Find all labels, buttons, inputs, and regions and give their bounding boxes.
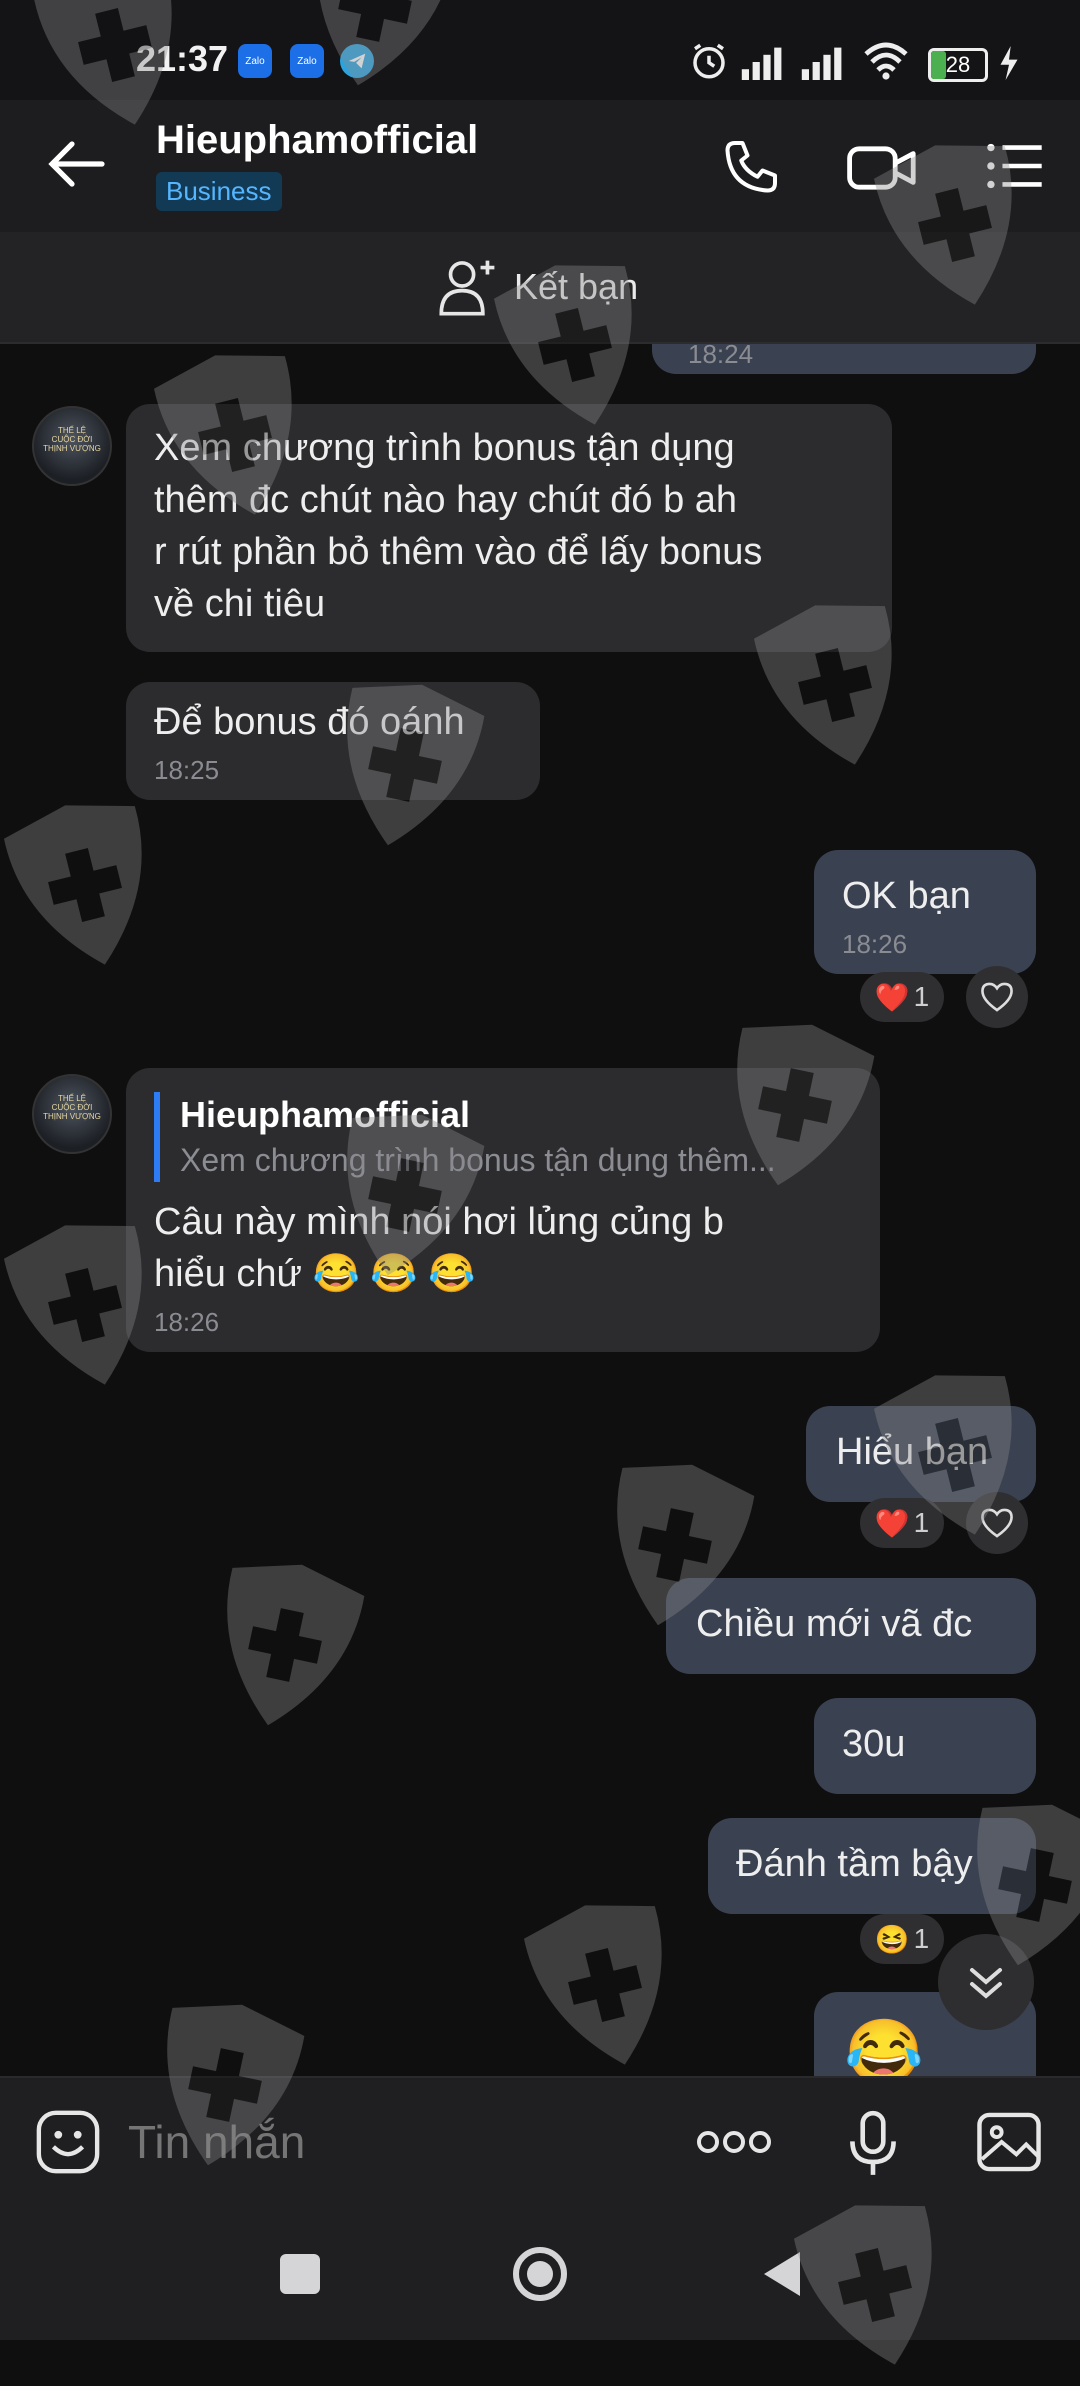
react-heart-button[interactable] [966, 966, 1028, 1028]
zalo-app-icon: Zalo [290, 44, 324, 78]
reaction-count: 1 [913, 1923, 930, 1954]
charging-icon [1000, 46, 1018, 80]
message-bubble-incoming[interactable]: Xem chương trình bonus tận dụng thêm đc … [126, 404, 892, 652]
back-arrow-icon[interactable] [46, 138, 106, 190]
nav-back-icon[interactable] [760, 2250, 804, 2298]
video-call-icon[interactable] [846, 140, 918, 196]
message-bubble-outgoing[interactable]: Chiều mới vã đc [666, 1578, 1036, 1674]
image-icon[interactable] [974, 2110, 1044, 2174]
message-bubble-outgoing[interactable]: Đánh tầm bậy [708, 1818, 1036, 1914]
heart-icon [981, 982, 1013, 1012]
nav-square-icon[interactable] [280, 2254, 320, 2294]
message-bubble-outgoing[interactable]: 30u [814, 1698, 1036, 1794]
scroll-down-icon [970, 1968, 1002, 1999]
reaction-badge[interactable]: ❤️ 1 [860, 972, 944, 1022]
message-time: 18:25 [154, 755, 220, 785]
message-bubble-outgoing[interactable]: OK bạn 18:26 [814, 850, 1036, 974]
contact-name[interactable]: Hieuphamofficial [156, 118, 478, 163]
phone-icon[interactable] [720, 138, 780, 198]
signal-icon [741, 47, 782, 80]
message-text: Câu này mình nói hơi lủng củng b hiểu ch… [154, 1201, 724, 1295]
nav-home-icon[interactable] [510, 2244, 570, 2304]
message-bubble-outgoing[interactable]: Hiểu bạn [806, 1406, 1036, 1502]
scroll-to-bottom-button[interactable] [938, 1934, 1034, 2030]
quote-text: Xem chương trình bonus tận dụng thêm... [180, 1142, 776, 1178]
message-text: Chiều mới vã đc [696, 1603, 973, 1645]
wifi-icon [864, 42, 908, 80]
message-time: 18:26 [154, 1307, 220, 1337]
quote-sender: Hieuphamofficial [180, 1094, 471, 1135]
message-list[interactable]: 18:24 THẾ LỆ CUỘC ĐỜI THỊNH VƯỢNG Xem chươ… [0, 344, 1080, 2076]
battery-text: 28 [945, 52, 971, 77]
message-time: 18:26 [842, 929, 908, 959]
reaction-emoji: ❤️ [874, 1507, 910, 1539]
reaction-emoji: ❤️ [874, 981, 910, 1013]
reaction-emoji: 😆 [874, 1923, 910, 1955]
battery-indicator: 28 [928, 48, 988, 82]
reaction-badge[interactable]: 😆 1 [860, 1914, 944, 1964]
message-text: Hiểu bạn [836, 1431, 989, 1473]
message-input[interactable] [126, 2114, 650, 2170]
microphone-icon[interactable] [846, 2108, 900, 2180]
message-text: OK bạn [842, 875, 971, 917]
contact-avatar[interactable]: THẾ LỆ CUỘC ĐỜI THỊNH VƯỢNG [32, 406, 112, 486]
business-badge: Business [156, 172, 282, 211]
message-text: Xem chương trình bonus tận dụng thêm đc … [154, 427, 763, 625]
message-text: Để bonus đó oánh [154, 701, 465, 743]
message-bubble-outgoing[interactable]: 18:24 [652, 344, 1036, 374]
menu-list-icon[interactable] [984, 140, 1044, 192]
reaction-badge[interactable]: ❤️ 1 [860, 1498, 944, 1548]
message-time: 18:24 [688, 344, 754, 369]
battery-fill [931, 51, 947, 79]
zalo-app-icon: Zalo [238, 44, 272, 78]
message-bubble-incoming[interactable]: Để bonus đó oánh 18:25 [126, 682, 540, 800]
heart-icon [981, 1508, 1013, 1538]
contact-avatar[interactable]: THẾ LỆ CUỘC ĐỜI THỊNH VƯỢNG [32, 1074, 112, 1154]
message-text: 30u [842, 1723, 906, 1765]
sticker-icon[interactable] [34, 2108, 102, 2176]
react-heart-button[interactable] [966, 1492, 1028, 1554]
alarm-icon [693, 43, 725, 79]
add-friend-icon[interactable] [436, 256, 502, 316]
add-friend-label[interactable]: Kết bạn [514, 266, 638, 308]
message-text: Đánh tầm bậy [736, 1843, 973, 1885]
telegram-icon [340, 44, 374, 78]
quoted-message[interactable]: Hieuphamofficial Xem chương trình bonus … [154, 1092, 852, 1182]
more-icon[interactable] [696, 2126, 772, 2158]
reaction-count: 1 [913, 981, 930, 1012]
message-bubble-incoming[interactable]: Hieuphamofficial Xem chương trình bonus … [126, 1068, 880, 1352]
status-time: 21:37 [136, 38, 229, 79]
signal-icon [801, 47, 842, 80]
reaction-count: 1 [913, 1507, 930, 1538]
